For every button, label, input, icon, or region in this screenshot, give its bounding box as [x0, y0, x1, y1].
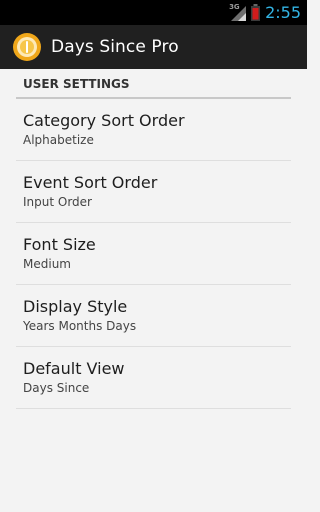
preference-summary: Input Order: [23, 195, 92, 209]
preference-font-size[interactable]: Font Size Medium: [16, 223, 291, 285]
preference-list: Category Sort Order Alphabetize Event So…: [0, 99, 307, 409]
preference-title: Category Sort Order: [23, 111, 185, 130]
status-indicators: 3G 2:55: [229, 0, 301, 25]
preference-summary: Alphabetize: [23, 133, 94, 147]
app-logo-icon[interactable]: [12, 32, 42, 62]
preference-summary: Days Since: [23, 381, 90, 395]
signal-indicator: 3G: [229, 2, 247, 22]
preference-title: Event Sort Order: [23, 173, 158, 192]
preference-summary: Years Months Days: [23, 319, 137, 333]
status-bar: 3G 2:55: [0, 0, 307, 25]
battery-icon: [251, 4, 261, 21]
action-bar: Days Since Pro: [0, 25, 307, 69]
section-header-label: USER SETTINGS: [23, 77, 130, 91]
preference-display-style[interactable]: Display Style Years Months Days: [16, 285, 291, 347]
network-type-label: 3G: [229, 2, 240, 11]
settings-screen: USER SETTINGS Category Sort Order Alphab…: [0, 69, 307, 409]
preference-event-sort-order[interactable]: Event Sort Order Input Order: [16, 161, 291, 223]
status-clock: 2:55: [265, 3, 301, 22]
section-header: USER SETTINGS: [16, 69, 291, 99]
preference-default-view[interactable]: Default View Days Since: [16, 347, 291, 409]
app-title: Days Since Pro: [51, 37, 179, 57]
preference-category-sort-order[interactable]: Category Sort Order Alphabetize: [16, 99, 291, 161]
preference-summary: Medium: [23, 257, 71, 271]
preference-title: Default View: [23, 359, 125, 378]
preference-title: Display Style: [23, 297, 128, 316]
preference-title: Font Size: [23, 235, 96, 254]
